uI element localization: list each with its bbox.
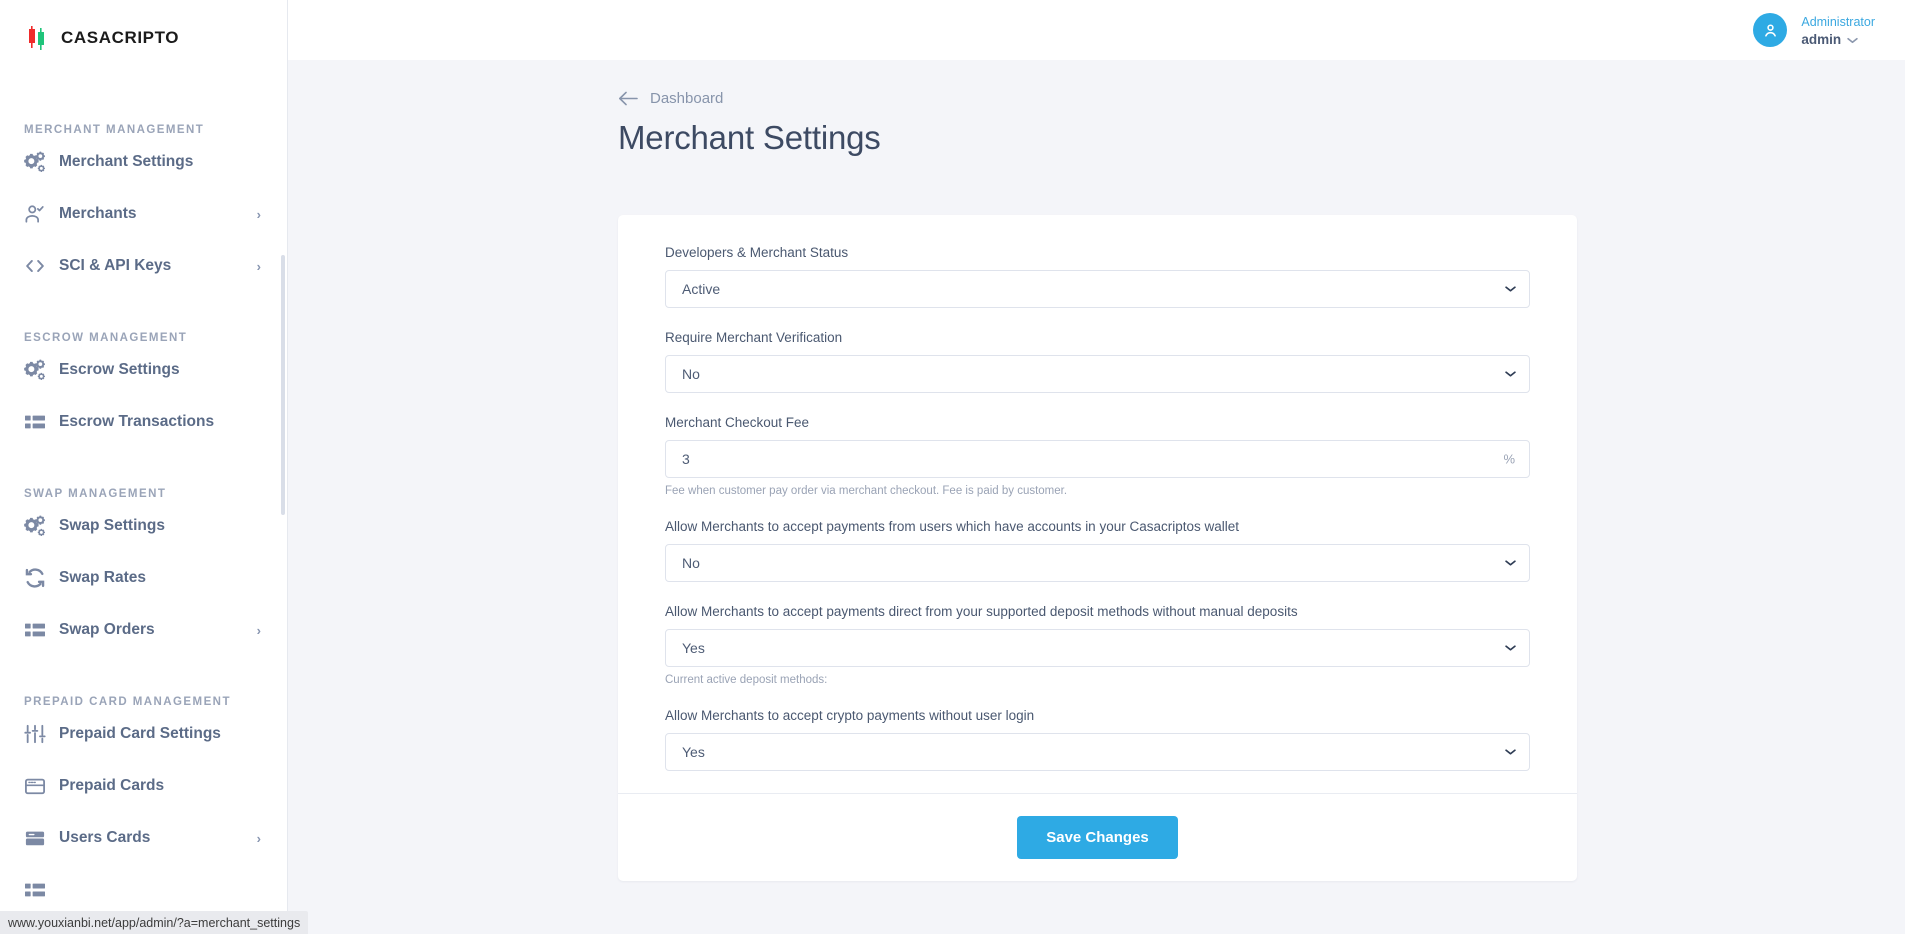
gears-icon — [24, 359, 52, 381]
nav-section-title-prepaid-card-management: PREPAID CARD MANAGEMENT — [0, 696, 287, 708]
list-grid-icon — [24, 411, 52, 433]
sidebar-item-prepaid-cards[interactable]: Prepaid Cards — [0, 760, 287, 812]
sidebar-item-label: Merchants — [59, 205, 137, 223]
user-check-icon — [24, 203, 52, 225]
status-select[interactable]: Active — [665, 270, 1530, 308]
chevron-down-icon[interactable] — [1847, 37, 1858, 44]
status-url: www.youxianbi.net/app/admin/?a=merchant_… — [8, 916, 300, 930]
main-content: Dashboard Merchant Settings Developers &… — [288, 60, 1905, 934]
nav-section-title-swap-management: SWAP MANAGEMENT — [0, 488, 287, 500]
sidebar-item-label: Swap Rates — [59, 569, 146, 587]
control-wrapper: No — [665, 355, 1530, 393]
field-allow-crypto-payments-without-login: Allow Merchants to accept crypto payment… — [665, 708, 1530, 771]
chevron-right-icon: › — [257, 832, 261, 845]
allow-direct-deposits-select[interactable]: Yes — [665, 629, 1530, 667]
save-changes-button[interactable]: Save Changes — [1017, 816, 1178, 859]
field-help-text: Fee when customer pay order via merchant… — [665, 485, 1530, 497]
checkout-fee-input[interactable] — [665, 440, 1530, 478]
user-role: Administrator — [1801, 15, 1875, 29]
user-name: admin — [1801, 32, 1841, 49]
field-allow-direct-deposit-payments: Allow Merchants to accept payments direc… — [665, 604, 1530, 686]
field-label: Require Merchant Verification — [665, 330, 1530, 345]
code-brackets-icon — [24, 255, 52, 277]
gears-icon — [24, 515, 52, 537]
sidebar-item-label: Escrow Transactions — [59, 413, 214, 431]
sidebar-item-swap-rates[interactable]: Swap Rates — [0, 552, 287, 604]
field-merchant-checkout-fee: Merchant Checkout Fee % Fee when custome… — [665, 415, 1530, 497]
sidebar-item-label: Swap Orders — [59, 621, 155, 639]
sidebar-item-swap-settings[interactable]: Swap Settings — [0, 500, 287, 552]
sidebar-item-prepaid-card-settings[interactable]: Prepaid Card Settings — [0, 708, 287, 760]
sidebar-item-merchant-settings[interactable]: Merchant Settings — [0, 136, 287, 188]
sidebar-item-label: SCI & API Keys — [59, 257, 171, 275]
arrow-left-icon[interactable] — [618, 90, 639, 107]
card-footer: Save Changes — [618, 793, 1577, 881]
breadcrumb-label: Dashboard — [650, 90, 723, 107]
allow-crypto-no-login-select[interactable]: Yes — [665, 733, 1530, 771]
user-menu[interactable]: Administrator admin — [1753, 12, 1875, 49]
list-grid-icon — [24, 879, 52, 901]
sidebar-item-label: Prepaid Card Settings — [59, 725, 221, 743]
control-wrapper: Yes — [665, 733, 1530, 771]
field-require-merchant-verification: Require Merchant Verification No — [665, 330, 1530, 393]
page-title: Merchant Settings — [618, 119, 1905, 157]
sidebar-item-swap-orders[interactable]: Swap Orders › — [0, 604, 287, 656]
user-name-row: admin — [1801, 32, 1875, 49]
sidebar-item-partial-next[interactable] — [0, 864, 287, 916]
control-wrapper: Active — [665, 270, 1530, 308]
require-verification-select[interactable]: No — [665, 355, 1530, 393]
field-help-text: Current active deposit methods: — [665, 674, 1530, 686]
merchant-settings-card: Developers & Merchant Status Active Requ… — [618, 215, 1577, 881]
field-label: Developers & Merchant Status — [665, 245, 1530, 260]
control-wrapper: % — [665, 440, 1530, 478]
card-filled-icon — [24, 827, 52, 849]
field-label: Allow Merchants to accept payments direc… — [665, 604, 1530, 619]
sidebar-item-sci-api-keys[interactable]: SCI & API Keys › — [0, 240, 287, 292]
sidebar-item-escrow-transactions[interactable]: Escrow Transactions — [0, 396, 287, 448]
card-outline-icon — [24, 775, 52, 797]
top-header-bar: Administrator admin — [288, 0, 1905, 60]
brand-name: CASACRIPTO — [61, 28, 179, 48]
sidebar-item-users-cards[interactable]: Users Cards › — [0, 812, 287, 864]
sidebar-scroll-area[interactable]: CASACRIPTO MERCHANT MANAGEMENT Merchant … — [0, 0, 287, 934]
field-label: Merchant Checkout Fee — [665, 415, 1530, 430]
control-wrapper: No — [665, 544, 1530, 582]
field-label: Allow Merchants to accept payments from … — [665, 519, 1530, 534]
sidebar-item-label: Users Cards — [59, 829, 150, 847]
chevron-right-icon: › — [257, 260, 261, 273]
chevron-right-icon: › — [257, 208, 261, 221]
browser-status-bar: www.youxianbi.net/app/admin/?a=merchant_… — [0, 911, 308, 934]
sidebar-item-merchants[interactable]: Merchants › — [0, 188, 287, 240]
breadcrumb[interactable]: Dashboard — [618, 90, 723, 107]
avatar — [1753, 13, 1787, 47]
sliders-icon — [24, 723, 52, 745]
refresh-cycle-icon — [24, 567, 52, 589]
brand-logo[interactable]: CASACRIPTO — [0, 0, 287, 58]
field-label: Allow Merchants to accept crypto payment… — [665, 708, 1530, 723]
sidebar-item-label: Swap Settings — [59, 517, 165, 535]
user-meta: Administrator admin — [1801, 12, 1875, 49]
allow-wallet-payments-select[interactable]: No — [665, 544, 1530, 582]
nav-section-title-escrow-management: ESCROW MANAGEMENT — [0, 332, 287, 344]
control-wrapper: Yes — [665, 629, 1530, 667]
gears-icon — [24, 151, 52, 173]
sidebar-item-escrow-settings[interactable]: Escrow Settings — [0, 344, 287, 396]
nav-section-title-merchant-management: MERCHANT MANAGEMENT — [0, 124, 287, 136]
sidebar-item-label: Merchant Settings — [59, 153, 193, 171]
list-grid-icon — [24, 619, 52, 641]
sidebar-item-label: Escrow Settings — [59, 361, 180, 379]
sidebar: CASACRIPTO MERCHANT MANAGEMENT Merchant … — [0, 0, 288, 934]
sidebar-item-label: Prepaid Cards — [59, 777, 164, 795]
sidebar-scrollbar-thumb[interactable] — [281, 255, 285, 515]
chevron-right-icon: › — [257, 624, 261, 637]
field-developers-merchant-status: Developers & Merchant Status Active — [665, 245, 1530, 308]
candlestick-chart-icon — [27, 25, 51, 51]
field-allow-payments-from-wallet-users: Allow Merchants to accept payments from … — [665, 519, 1530, 582]
